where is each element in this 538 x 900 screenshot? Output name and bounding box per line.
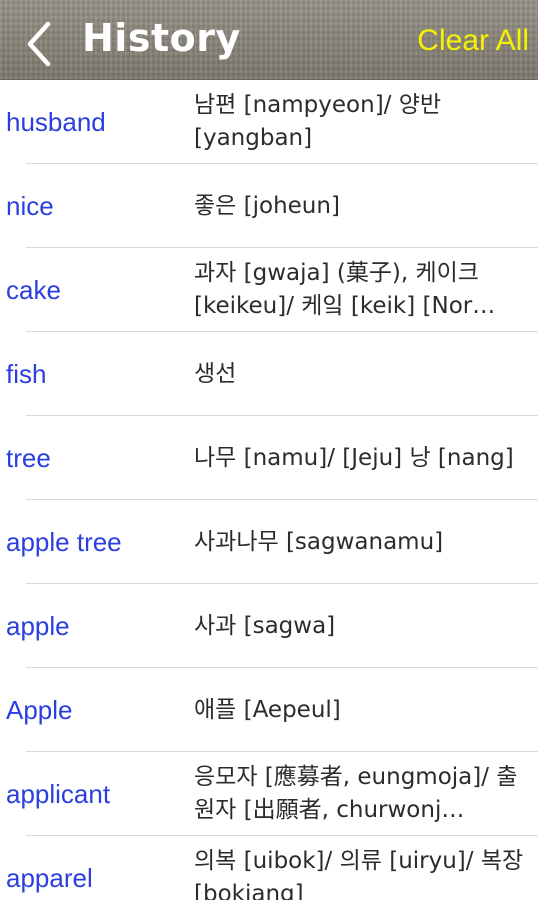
history-definition: 의복 [uibok]/ 의류 [uiryu]/ 복장 [bokjang] <box>194 836 534 900</box>
history-word: husband <box>6 106 106 137</box>
definition-text: 의복 [uibok]/ 의류 [uiryu]/ 복장 [bokjang] <box>194 848 524 900</box>
history-row[interactable]: applicant 응모자 [應募者, eungmoja]/ 출원자 [出願者,… <box>0 752 538 836</box>
history-row[interactable]: apple tree 사과나무 [sagwanamu] <box>0 500 538 584</box>
history-row[interactable]: apple 사과 [sagwa] <box>0 584 538 668</box>
history-definition: 과자 [gwaja] (菓子), 케이크 [keikeu]/ 케잌 [keik]… <box>194 248 534 332</box>
definition-text: 사과 [sagwa] <box>194 612 336 639</box>
history-definition: 남편 [nampyeon]/ 양반 [yangban] <box>194 80 534 164</box>
definition-text: 남편 [nampyeon]/ 양반 [yangban] <box>194 92 442 151</box>
history-definition: 사과나무 [sagwanamu] <box>194 500 534 584</box>
history-word: cake <box>6 274 61 305</box>
history-definition: 생선 <box>194 332 534 416</box>
history-list: husband 남편 [nampyeon]/ 양반 [yangban] nice… <box>0 80 538 900</box>
definition-text: 사과나무 [sagwanamu] <box>194 528 444 555</box>
history-definition: 좋은 [joheun] <box>194 164 534 248</box>
history-word: apple <box>6 610 70 641</box>
history-word: nice <box>6 190 54 221</box>
page-title: History <box>82 16 241 60</box>
definition-text: 나무 [namu]/ [Jeju] 낭 [nang] <box>194 444 514 471</box>
clear-all-button[interactable]: Clear All <box>417 24 529 58</box>
history-row[interactable]: fish 생선 <box>0 332 538 416</box>
history-definition: 애플 [Aepeul] <box>194 668 534 752</box>
definition-text: 생선 <box>194 360 237 387</box>
history-definition: 응모자 [應募者, eungmoja]/ 출원자 [出願者, churwonj… <box>194 752 534 836</box>
history-row[interactable]: nice 좋은 [joheun] <box>0 164 538 248</box>
history-row[interactable]: cake 과자 [gwaja] (菓子), 케이크 [keikeu]/ 케잌 [… <box>0 248 538 332</box>
history-definition: 나무 [namu]/ [Jeju] 낭 [nang] <box>194 416 534 500</box>
definition-text: 응모자 [應募者, eungmoja]/ 출원자 [出願者, churwonj… <box>194 764 518 823</box>
history-definition: 사과 [sagwa] <box>194 584 534 668</box>
history-row[interactable]: tree 나무 [namu]/ [Jeju] 낭 [nang] <box>0 416 538 500</box>
definition-text: 좋은 [joheun] <box>194 192 340 219</box>
history-word: Apple <box>6 694 73 725</box>
history-row[interactable]: apparel 의복 [uibok]/ 의류 [uiryu]/ 복장 [bokj… <box>0 836 538 900</box>
definition-text: 과자 [gwaja] (菓子), 케이크 [keikeu]/ 케잌 [keik]… <box>194 260 496 319</box>
history-word: tree <box>6 442 51 473</box>
back-button[interactable] <box>20 20 60 68</box>
history-word: apparel <box>6 862 93 893</box>
history-word: applicant <box>6 778 111 809</box>
history-word: fish <box>6 358 47 389</box>
history-row[interactable]: Apple 애플 [Aepeul] <box>0 668 538 752</box>
chevron-left-icon <box>27 21 51 67</box>
history-word: apple tree <box>6 526 122 557</box>
definition-text: 애플 [Aepeul] <box>194 696 341 723</box>
history-row[interactable]: husband 남편 [nampyeon]/ 양반 [yangban] <box>0 80 538 164</box>
navigation-bar: History Clear All <box>0 0 538 80</box>
